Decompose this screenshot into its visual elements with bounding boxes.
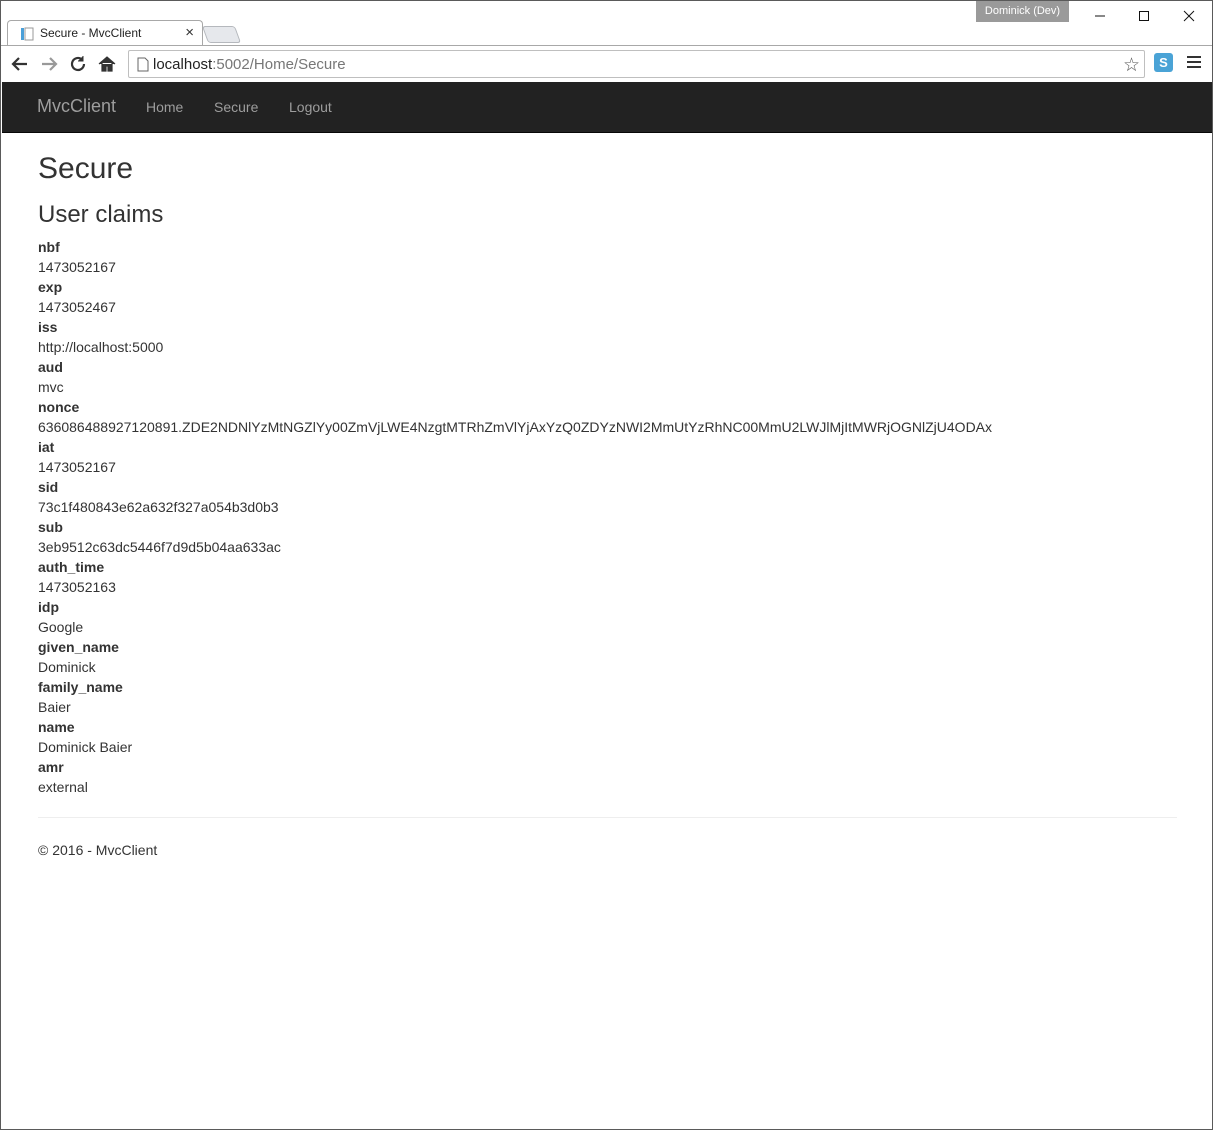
claim-type: exp [38,279,63,295]
page-favicon-icon [20,27,34,41]
home-icon[interactable] [96,53,118,75]
site-navbar: MvcClient Home Secure Logout [2,82,1212,133]
bookmark-star-icon[interactable]: ☆ [1123,54,1140,77]
claims-list: nbf 1473052167 exp 1473052467 iss http:/… [38,237,1178,797]
browser-window: Secure - MvcClient × Dominick (Dev) loca… [0,0,1213,1130]
claim-value: Baier [38,699,71,715]
claim-type: aud [38,359,63,375]
maximize-icon[interactable] [1121,1,1167,31]
claim-type: auth_time [38,559,105,575]
nav-link-logout[interactable]: Logout [289,99,332,115]
minimize-icon[interactable] [1077,1,1123,31]
claim-value: 636086488927120891.ZDE2NDNlYzMtNGZlYy00Z… [38,419,993,435]
claim-value: 1473052163 [38,579,116,595]
claim-value: 1473052167 [38,459,116,475]
title-bar: Secure - MvcClient × Dominick (Dev) [1,1,1212,46]
tab-title: Secure - MvcClient [40,26,142,40]
claim-type: name [38,719,75,735]
claim-value: 73c1f480843e62a632f327a054b3d0b3 [38,499,279,515]
main-content: Secure User claims nbf 1473052167 exp 14… [38,133,1178,860]
claim-type: nonce [38,399,80,415]
claim-value: http://localhost:5000 [38,339,164,355]
browser-menu-icon[interactable] [1187,56,1201,71]
claim-type: family_name [38,679,123,695]
extension-icon[interactable]: S [1154,53,1173,72]
claim-value: 3eb9512c63dc5446f7d9d5b04aa633ac [38,539,281,555]
claim-type: given_name [38,639,119,655]
browser-toolbar: localhost:5002/Home/Secure ☆ [1,45,1212,82]
new-tab-button[interactable] [201,26,242,43]
claim-value: mvc [38,379,64,395]
url-host: localhost [153,56,213,73]
claim-value: external [38,779,88,795]
claim-type: sid [38,479,59,495]
page-title: Secure [38,152,134,185]
claim-type: iss [38,319,58,335]
forward-arrow-icon[interactable] [38,53,60,75]
claim-value: Google [38,619,84,635]
nav-link-home[interactable]: Home [146,99,183,115]
footer-text: © 2016 - MvcClient [38,842,158,858]
claim-value: Dominick [38,659,96,675]
url-path: :5002/Home/Secure [212,56,346,73]
claim-type: iat [38,439,55,455]
claim-type: sub [38,519,63,535]
claim-type: idp [38,599,59,615]
claim-type: nbf [38,239,60,255]
reload-icon[interactable] [67,53,89,75]
claim-value: 1473052167 [38,259,116,275]
nav-link-secure[interactable]: Secure [214,99,258,115]
footer-divider [38,817,1177,818]
close-window-icon[interactable] [1166,1,1212,31]
url-text: localhost:5002/Home/Secure [153,56,346,73]
claim-type: amr [38,759,64,775]
page-footer: © 2016 - MvcClient [38,840,1178,860]
section-title: User claims [38,201,164,228]
page-icon [137,57,149,77]
claim-value: 1473052467 [38,299,116,315]
address-bar[interactable]: localhost:5002/Home/Secure ☆ [128,50,1145,78]
claim-value: Dominick Baier [38,739,133,755]
tab-close-icon[interactable]: × [185,24,194,41]
browser-tab[interactable]: Secure - MvcClient × [7,20,203,46]
back-arrow-icon[interactable] [9,53,31,75]
profile-badge[interactable]: Dominick (Dev) [976,1,1069,22]
navbar-brand[interactable]: MvcClient [37,96,116,117]
